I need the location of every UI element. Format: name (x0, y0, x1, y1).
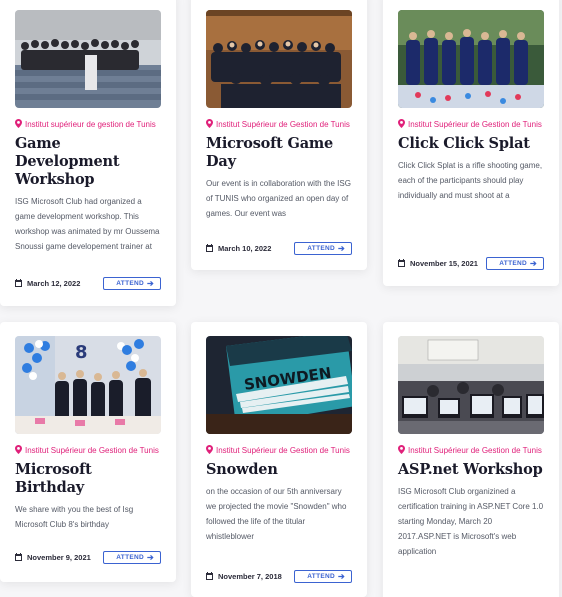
arrow-right-icon: ➔ (337, 571, 345, 581)
calendar-icon (398, 259, 405, 267)
calendar-icon (15, 553, 22, 561)
event-description: on the occasion of our 5th anniversary w… (206, 487, 347, 541)
event-date: November 15, 2021 (398, 259, 478, 268)
svg-text:8: 8 (75, 342, 88, 363)
event-card: Institut Supérieur de Gestion de Tunis A… (383, 322, 559, 597)
event-meta: November 15, 2021 ATTEND ➔ (398, 256, 544, 270)
arrow-right-icon: ➔ (529, 258, 537, 268)
event-photo[interactable] (206, 10, 352, 108)
event-card: 8 Institut Supérieur de Gestion de Tunis… (0, 322, 176, 582)
location-pin-icon (398, 119, 405, 128)
arrow-right-icon: ➔ (146, 278, 154, 288)
event-photo[interactable] (398, 336, 544, 434)
event-title[interactable]: Microsoft Game Day (206, 135, 352, 171)
location-pin-icon (398, 445, 405, 454)
classroom-photo-icon (398, 336, 544, 434)
attend-button[interactable]: ATTEND ➔ (103, 276, 161, 290)
event-card: Institut supérieur de gestion de Tunis G… (0, 0, 176, 306)
event-meta: March 10, 2022 ATTEND ➔ (206, 241, 352, 255)
event-card: Institut Supérieur de Gestion de Tunis M… (191, 0, 367, 270)
event-photo[interactable] (15, 10, 161, 108)
location-pin-icon (206, 445, 213, 454)
event-title[interactable]: Microsoft Birthday (15, 461, 161, 497)
attend-button[interactable]: ATTEND ➔ (103, 550, 161, 564)
event-location: Institut Supérieur de Gestion de Tunis (398, 444, 544, 457)
event-description: We share with you the best of Isg Micros… (15, 505, 134, 529)
location-pin-icon (15, 119, 22, 128)
event-title[interactable]: ASP.net Workshop (398, 461, 544, 479)
event-title[interactable]: Click Click Splat (398, 135, 544, 153)
event-location: Institut Supérieur de Gestion de Tunis (398, 118, 544, 131)
attend-button[interactable]: ATTEND ➔ (294, 569, 352, 583)
event-description: Our event is in collaboration with the I… (206, 179, 351, 218)
event-description: Click Click Splat is a rifle shooting ga… (398, 161, 543, 200)
event-location: Institut supérieur de gestion de Tunis (15, 118, 161, 131)
party-photo-icon: 8 (15, 336, 161, 434)
event-meta: November 9, 2021 ATTEND ➔ (15, 550, 161, 564)
attend-button[interactable]: ATTEND ➔ (486, 256, 544, 270)
calendar-icon (15, 279, 22, 287)
calendar-icon (206, 572, 213, 580)
event-title[interactable]: Game Development Workshop (15, 135, 161, 189)
event-date: March 12, 2022 (15, 279, 80, 288)
event-date: November 7, 2018 (206, 572, 282, 581)
arrow-right-icon: ➔ (146, 552, 154, 562)
attend-button[interactable]: ATTEND ➔ (294, 241, 352, 255)
calendar-icon (206, 244, 213, 252)
event-location: Institut Supérieur de Gestion de Tunis (206, 444, 352, 457)
group-photo-icon (206, 10, 352, 108)
event-title[interactable]: Snowden (206, 461, 352, 479)
event-location: Institut Supérieur de Gestion de Tunis (15, 444, 161, 457)
event-photo[interactable]: 8 (15, 336, 161, 434)
event-description: ISG Microsoft Club organizined a certifi… (398, 487, 544, 556)
event-card: SNOWDEN Institut Supérieur de Gestion de… (191, 322, 367, 597)
movie-poster-icon: SNOWDEN (206, 336, 352, 434)
location-pin-icon (206, 119, 213, 128)
group-photo-icon (398, 10, 544, 108)
group-photo-icon (15, 10, 161, 108)
event-meta: November 7, 2018 ATTEND ➔ (206, 569, 352, 583)
event-photo[interactable] (398, 10, 544, 108)
arrow-right-icon: ➔ (337, 243, 345, 253)
event-meta: March 12, 2022 ATTEND ➔ (15, 276, 161, 290)
event-date: November 9, 2021 (15, 553, 91, 562)
location-pin-icon (15, 445, 22, 454)
event-photo[interactable]: SNOWDEN (206, 336, 352, 434)
event-description: ISG Microsoft Club had organized a game … (15, 197, 160, 251)
event-location: Institut Supérieur de Gestion de Tunis (206, 118, 352, 131)
event-date: March 10, 2022 (206, 244, 271, 253)
event-card: Institut Supérieur de Gestion de Tunis C… (383, 0, 559, 286)
